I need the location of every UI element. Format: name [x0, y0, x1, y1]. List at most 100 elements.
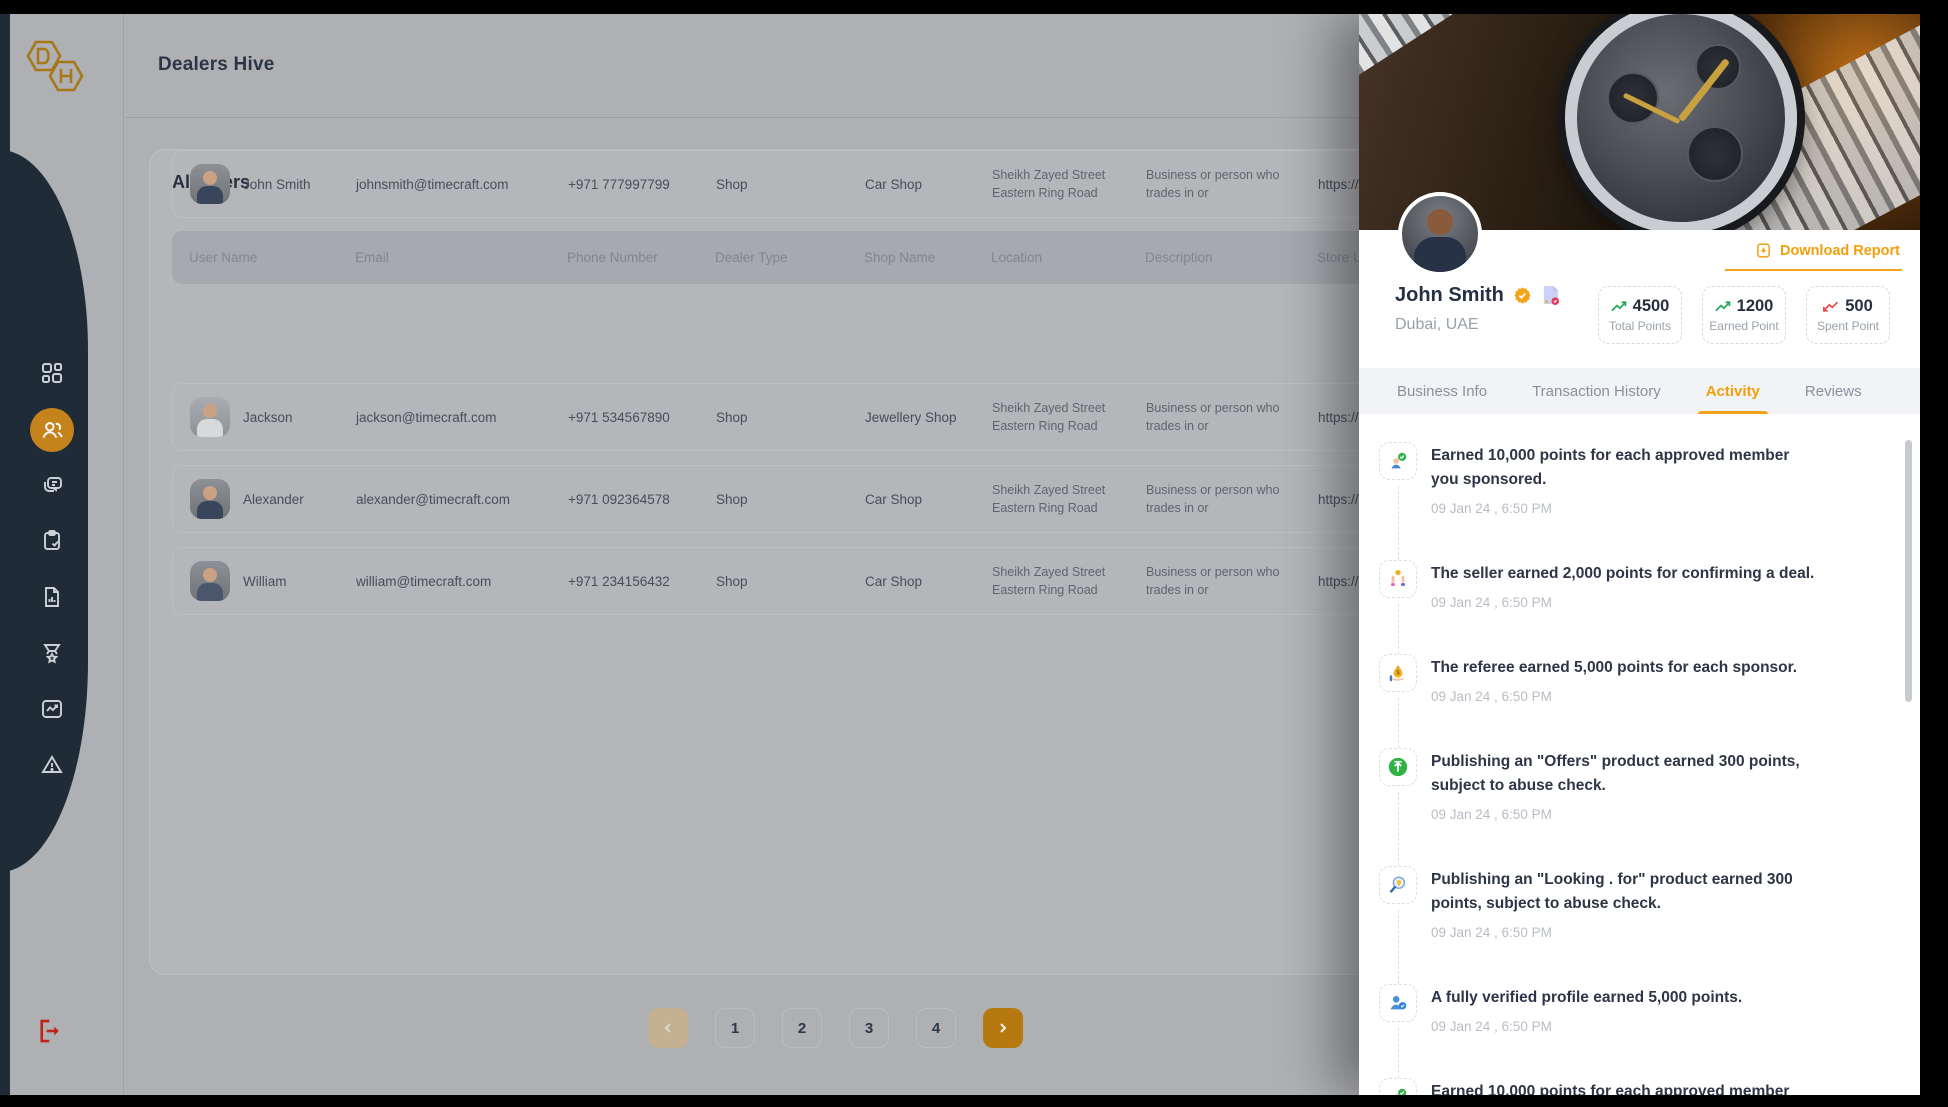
- earned-points-card: 1200 Earned Point: [1702, 286, 1786, 344]
- user-email: alexander@timecraft.com: [356, 492, 568, 507]
- dealers-hive-logo[interactable]: [12, 36, 96, 108]
- description: Business or person who trades in or: [1146, 166, 1286, 202]
- previous-page-button[interactable]: [648, 1008, 688, 1048]
- user-phone: +971 092364578: [568, 492, 716, 507]
- looking-for-icon: [1379, 866, 1417, 904]
- sidebar-item-tasks[interactable]: [40, 528, 64, 552]
- warning-triangle-icon: [40, 753, 64, 777]
- user-name: Jackson: [243, 410, 293, 425]
- total-points-card: 4500 Total Points: [1598, 286, 1682, 344]
- column-header: Shop Name: [864, 250, 991, 265]
- user-avatar: [190, 479, 230, 519]
- activity-text: The referee earned 5,000 points for each…: [1431, 656, 1797, 680]
- chevron-right-icon: [997, 1022, 1009, 1034]
- activity-time: 09 Jan 24 , 6:50 PM: [1431, 501, 1819, 516]
- column-header: Description: [1145, 250, 1317, 265]
- referee-bonus-icon: $: [1379, 654, 1417, 692]
- points-stats: 4500 Total Points 1200 Earned Point 500 …: [1598, 286, 1890, 344]
- download-report-link[interactable]: Download Report: [1725, 242, 1902, 271]
- column-header: Dealer Type: [715, 250, 864, 265]
- sidebar: [0, 14, 124, 1095]
- profile-avatar: [1398, 192, 1482, 276]
- drawer-tabs: Business Info Transaction History Activi…: [1359, 368, 1920, 414]
- sidebar-item-messages[interactable]: [40, 473, 64, 497]
- chevron-left-icon: [662, 1022, 674, 1034]
- location: Sheikh Zayed Street Eastern Ring Road: [992, 481, 1132, 517]
- description: Business or person who trades in or: [1146, 563, 1286, 599]
- user-avatar: [190, 164, 230, 204]
- user-phone: +971 777997799: [568, 177, 716, 192]
- user-name: William: [243, 574, 287, 589]
- trend-up-icon: [1715, 300, 1732, 313]
- line-chart-icon: [40, 697, 64, 721]
- dealer-type: Shop: [716, 492, 865, 507]
- spent-points-card: 500 Spent Point: [1806, 286, 1890, 344]
- activity-text: A fully verified profile earned 5,000 po…: [1431, 986, 1742, 1010]
- kyc-document-icon: [1541, 285, 1560, 306]
- chat-icon: [40, 473, 64, 497]
- profile-verified-icon: [1379, 984, 1417, 1022]
- user-phone: +971 234156432: [568, 574, 716, 589]
- shop-name: Car Shop: [865, 492, 992, 507]
- activity-item: Earned 10,000 points for each approved m…: [1379, 1078, 1902, 1095]
- sidebar-item-alerts[interactable]: [40, 753, 64, 777]
- deal-confirmed-icon: [1379, 560, 1417, 598]
- pagination: 1 2 3 4: [648, 1008, 1023, 1048]
- member-approved-icon: [1379, 1078, 1417, 1095]
- profile-name: John Smith: [1395, 284, 1504, 307]
- shop-name: Car Shop: [865, 177, 992, 192]
- next-page-button[interactable]: [983, 1008, 1023, 1048]
- shop-name: Jewellery Shop: [865, 410, 992, 425]
- activity-item: $ The referee earned 5,000 points for ea…: [1379, 654, 1902, 748]
- activity-time: 09 Jan 24 , 6:50 PM: [1431, 925, 1819, 940]
- activity-feed[interactable]: Earned 10,000 points for each approved m…: [1359, 414, 1920, 1095]
- sidebar-item-rewards[interactable]: [40, 641, 64, 665]
- user-name: John Smith: [243, 177, 311, 192]
- user-avatar: [190, 397, 230, 437]
- logout-button[interactable]: [33, 1016, 63, 1046]
- activity-item: Earned 10,000 points for each approved m…: [1379, 442, 1902, 560]
- dealer-type: Shop: [716, 574, 865, 589]
- tab-transaction-history[interactable]: Transaction History: [1532, 368, 1661, 414]
- page-button-4[interactable]: 4: [916, 1008, 956, 1048]
- shop-name: Car Shop: [865, 574, 992, 589]
- user-email: william@timecraft.com: [356, 574, 568, 589]
- page-button-3[interactable]: 3: [849, 1008, 889, 1048]
- user-email: johnsmith@timecraft.com: [356, 177, 568, 192]
- page-title: Dealers Hive: [158, 54, 274, 76]
- report-document-icon: [40, 585, 64, 609]
- activity-item: The seller earned 2,000 points for confi…: [1379, 560, 1902, 654]
- column-header: Email: [355, 250, 567, 265]
- activity-text: Publishing an "Looking . for" product ea…: [1431, 868, 1819, 916]
- member-approved-icon: [1379, 442, 1417, 480]
- activity-time: 09 Jan 24 , 6:50 PM: [1431, 689, 1797, 704]
- user-email: jackson@timecraft.com: [356, 410, 568, 425]
- location: Sheikh Zayed Street Eastern Ring Road: [992, 399, 1132, 435]
- app-window: Dealers Hive All Users User Name Email P…: [0, 14, 1920, 1095]
- tab-reviews[interactable]: Reviews: [1805, 368, 1862, 414]
- activity-text: The seller earned 2,000 points for confi…: [1431, 562, 1814, 586]
- column-header: Location: [991, 250, 1145, 265]
- tab-business-info[interactable]: Business Info: [1397, 368, 1487, 414]
- page-button-1[interactable]: 1: [715, 1008, 755, 1048]
- offer-published-icon: [1379, 748, 1417, 786]
- tab-activity[interactable]: Activity: [1706, 368, 1760, 414]
- activity-item: Publishing an "Offers" product earned 30…: [1379, 748, 1902, 866]
- sidebar-item-users[interactable]: [30, 408, 74, 452]
- activity-text: Earned 10,000 points for each approved m…: [1431, 1080, 1819, 1095]
- sidebar-item-analytics[interactable]: [40, 697, 64, 721]
- activity-text: Publishing an "Offers" product earned 30…: [1431, 750, 1819, 798]
- location: Sheikh Zayed Street Eastern Ring Road: [992, 563, 1132, 599]
- activity-text: Earned 10,000 points for each approved m…: [1431, 444, 1819, 492]
- description: Business or person who trades in or: [1146, 399, 1286, 435]
- drawer-scrollbar[interactable]: [1905, 440, 1912, 702]
- sidebar-item-reports[interactable]: [40, 585, 64, 609]
- user-avatar: [190, 561, 230, 601]
- activity-item: Publishing an "Looking . for" product ea…: [1379, 866, 1902, 984]
- clipboard-check-icon: [40, 528, 64, 552]
- user-name: Alexander: [243, 492, 304, 507]
- sidebar-item-dashboard[interactable]: [40, 361, 64, 385]
- page-button-2[interactable]: 2: [782, 1008, 822, 1048]
- column-header: User Name: [189, 250, 355, 265]
- users-icon: [39, 417, 65, 443]
